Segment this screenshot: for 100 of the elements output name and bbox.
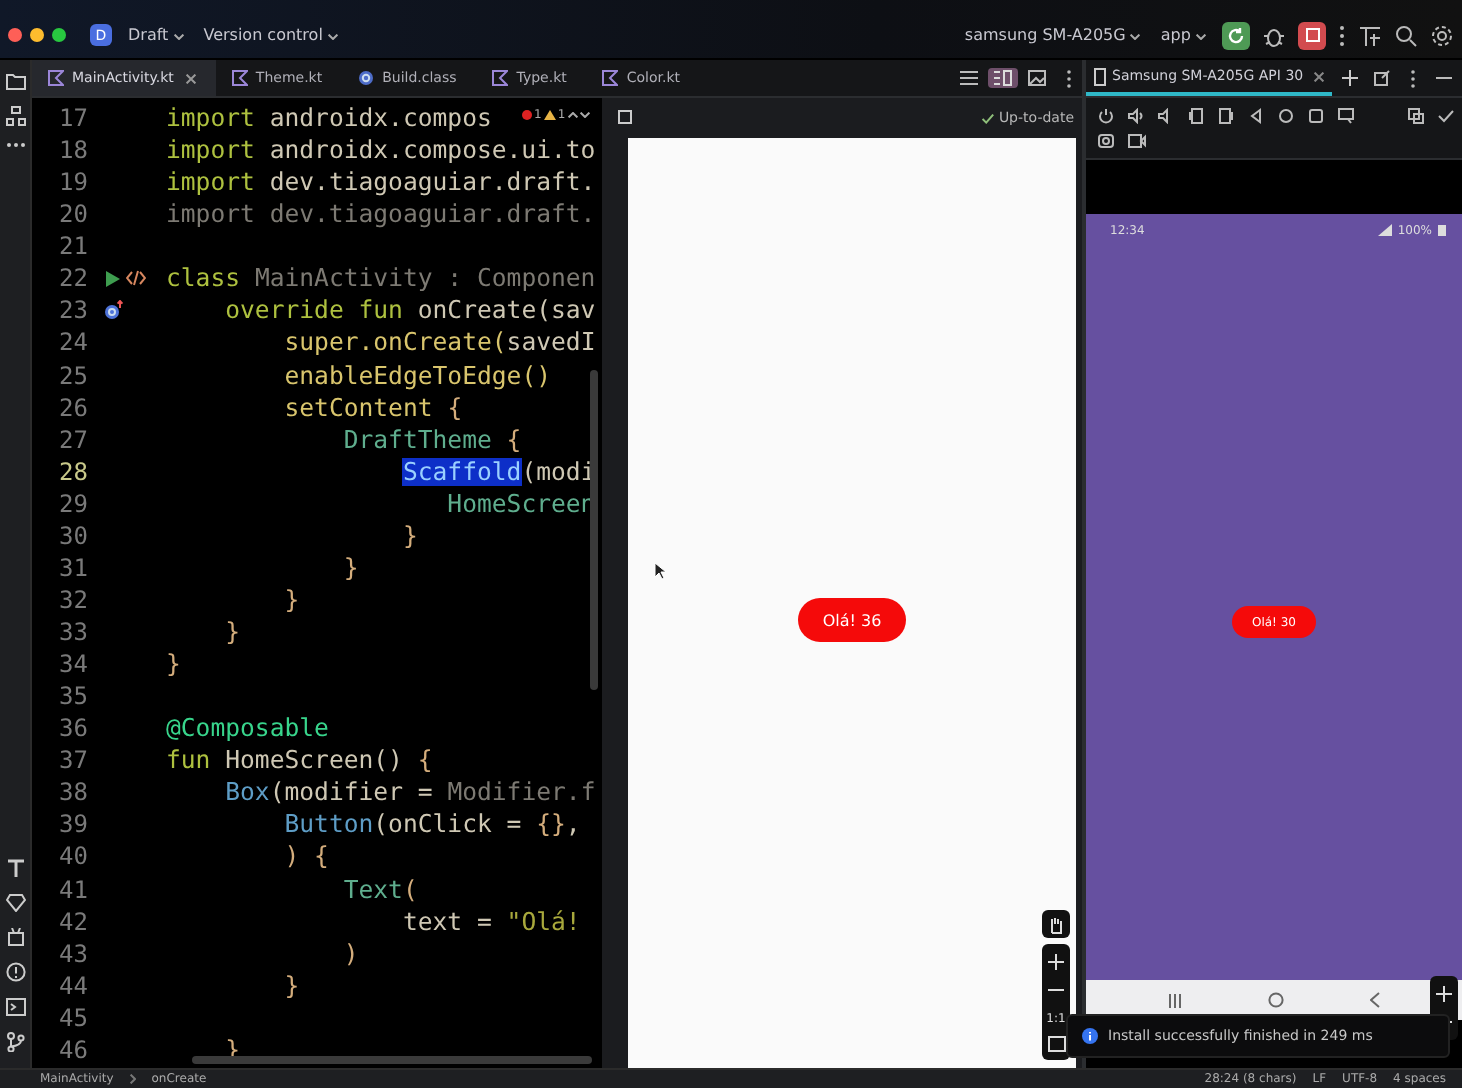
line-number: 27 [57,425,88,454]
code-view-icon[interactable] [960,70,978,86]
add-icon[interactable] [1341,70,1358,86]
line-number: 38 [57,778,88,807]
zoom-in-button[interactable] [1430,980,1458,1008]
greeting-button[interactable]: Olá! 36 [798,598,906,642]
split-view-icon [994,70,1012,86]
minimize-button[interactable] [30,28,44,42]
more-icon[interactable] [5,142,25,148]
line-number: 31 [57,553,88,582]
chevron-down-icon [1130,34,1141,40]
git-branch-icon[interactable] [5,1032,25,1052]
project-selector[interactable]: Draft [124,26,188,44]
preview-icon[interactable] [618,110,634,126]
code-line: DraftTheme { [341,425,522,454]
volume-down-icon[interactable] [1158,108,1174,124]
recents-icon[interactable] [1168,993,1183,1007]
line-number: 23 [57,296,88,325]
code-line: @Composable [166,714,329,743]
check-icon [982,113,995,123]
fit-screen-icon[interactable] [1047,1036,1065,1052]
home-icon[interactable] [1278,108,1294,124]
line-number: 45 [57,1003,88,1032]
split-view-button[interactable] [988,68,1018,88]
code-line: Box(modifier = Modifier.f [223,778,596,807]
hammer-icon[interactable] [5,858,25,878]
power-icon[interactable] [1098,108,1114,124]
structure-icon[interactable] [5,106,25,126]
info-icon [1082,1028,1098,1044]
close-button[interactable] [8,28,22,42]
more-icon[interactable] [1066,69,1072,87]
zoom-button[interactable] [52,28,66,42]
search-icon[interactable] [1394,23,1418,47]
camera-icon[interactable] [1098,132,1114,148]
code-line: Button(onClick = {}, [282,810,581,839]
back-icon[interactable] [1248,108,1264,124]
line-number: 26 [57,393,88,422]
line-number: 28 [57,457,88,486]
error-icon[interactable] [522,110,532,120]
line-number: 41 [57,875,88,904]
code-line: Text( [341,875,418,904]
minimize-icon[interactable] [1436,76,1452,80]
close-icon[interactable] [185,73,196,83]
overview-icon[interactable] [1308,108,1324,124]
code-icon[interactable] [126,270,146,287]
code-line: text = "Olá! [400,907,581,936]
hand-icon [1048,915,1064,933]
scrollbar[interactable] [192,1056,592,1064]
tool-icon[interactable] [1358,23,1382,47]
code-line: } [223,618,241,647]
device-selector[interactable]: samsung SM-A205G [960,26,1145,44]
back-icon[interactable] [1369,992,1380,1008]
override-icon[interactable] [104,300,124,321]
volume-up-icon[interactable] [1128,108,1144,124]
home-icon[interactable] [1267,992,1284,1008]
code-line: import androidx.compose.ui.to [166,136,596,165]
warning-icon[interactable] [543,110,556,120]
run-config-selector[interactable]: app [1156,26,1210,44]
bug-icon[interactable] [1262,23,1286,47]
code-line: import dev.tiagoaguiar.draft. [166,168,596,197]
code-line: setContent { [282,393,463,422]
line-number: 33 [57,618,88,647]
code-line: } [341,553,359,582]
alert-icon[interactable] [5,962,25,982]
scrollbar[interactable] [590,370,598,690]
external-window-icon[interactable] [1374,70,1390,86]
zoom-in-button[interactable] [1042,948,1070,976]
chevron-down-icon[interactable] [579,112,590,118]
rotate-left-icon[interactable] [1188,108,1204,124]
rerun-button[interactable] [1222,21,1250,49]
line-number: 32 [57,585,88,614]
kotlin-file-icon [48,70,64,86]
snapshot-icon[interactable] [1408,108,1424,124]
more-icon[interactable] [1338,23,1346,47]
signal-icon [1377,224,1392,236]
code-line: fun HomeScreen() { [166,746,433,775]
image-icon[interactable] [1028,70,1046,86]
terminal-icon[interactable] [5,998,25,1016]
pan-button[interactable] [1042,910,1070,938]
class-file-icon [358,70,375,86]
gem-icon[interactable] [5,894,25,912]
folder-icon[interactable] [5,72,25,90]
code-line: Scaffold(modi [400,457,596,486]
check-icon[interactable] [1438,108,1454,124]
close-icon[interactable] [1313,71,1324,81]
more-icon[interactable] [1410,69,1416,87]
rotate-right-icon[interactable] [1218,108,1234,124]
settings-icon[interactable] [1430,23,1454,47]
code-line: } [282,971,300,1000]
code-line: ) { [282,842,329,871]
kotlin-file-icon [231,70,248,86]
video-icon[interactable] [1128,133,1146,147]
version-control-menu[interactable]: Version control [199,26,342,44]
code-line: import dev.tiagoaguiar.draft. [166,200,596,229]
stop-button[interactable] [1298,21,1326,49]
line-number: 35 [57,682,88,711]
run-icon[interactable] [104,269,122,288]
plus-icon [1048,954,1064,970]
line-number: 25 [57,361,88,390]
chevron-up-icon[interactable] [567,112,578,118]
